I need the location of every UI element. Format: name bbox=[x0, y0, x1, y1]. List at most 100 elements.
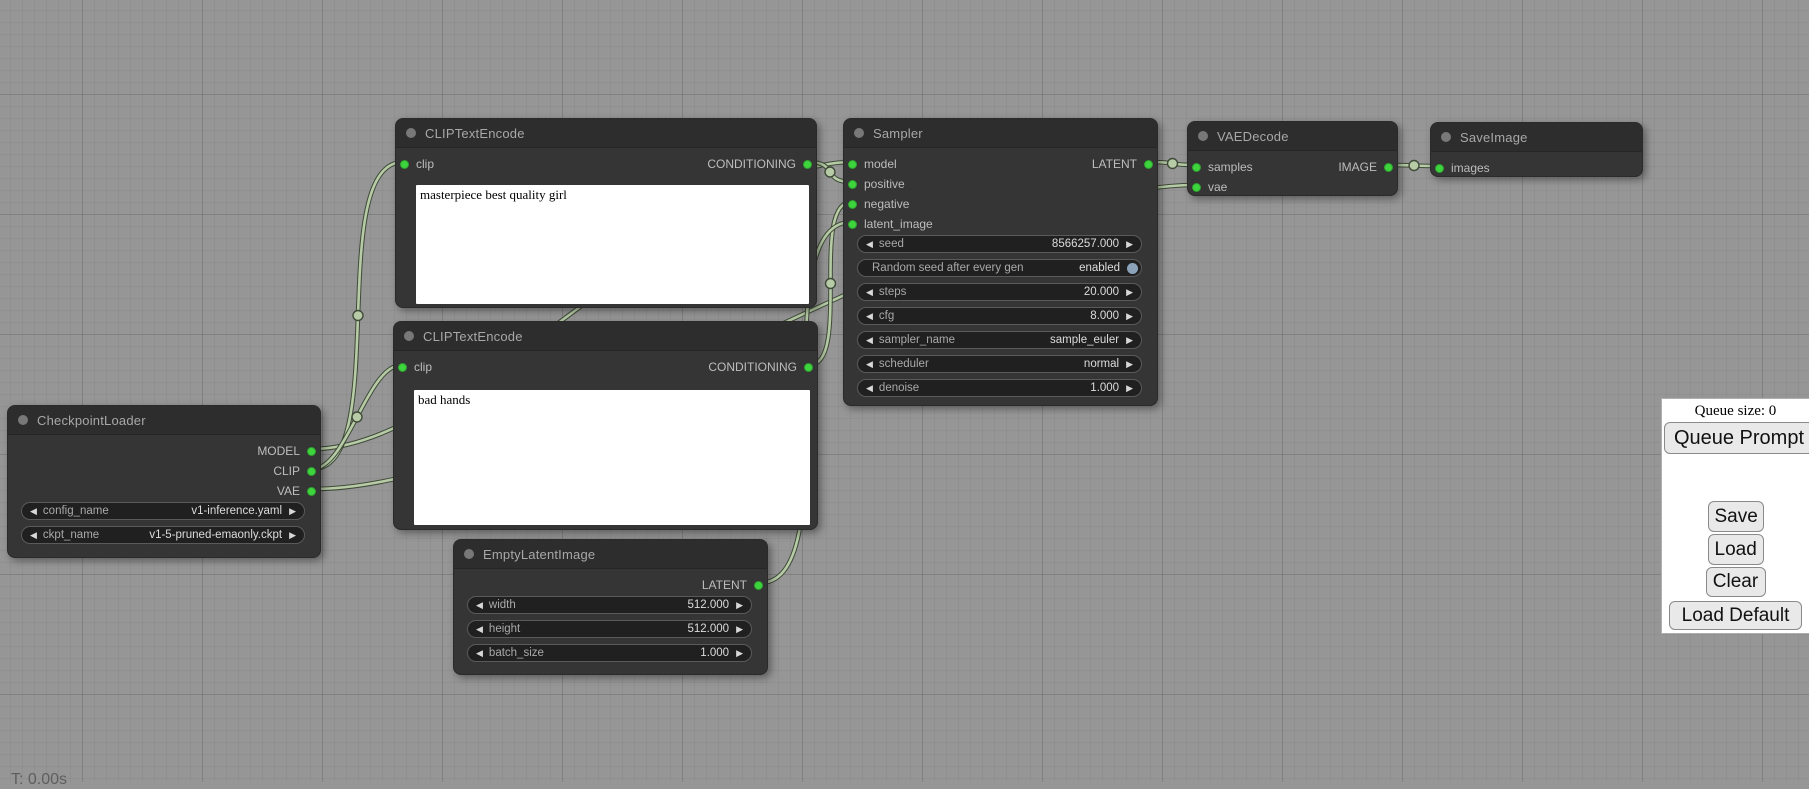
input-slot-dot[interactable] bbox=[400, 160, 409, 169]
output-slot-label: LATENT bbox=[1092, 157, 1137, 171]
widget-random-seed-after-every-gen[interactable]: Random seed after every genenabled bbox=[857, 259, 1142, 277]
slot-row: CLIP bbox=[8, 461, 320, 481]
widget-left-arrow-icon[interactable]: ◀ bbox=[30, 531, 37, 540]
widget-left-arrow-icon[interactable]: ◀ bbox=[866, 336, 873, 345]
widget-seed[interactable]: ◀seed8566257.000▶ bbox=[857, 235, 1142, 253]
widget-left-arrow-icon[interactable]: ◀ bbox=[476, 625, 483, 634]
widget-left-arrow-icon[interactable]: ◀ bbox=[866, 384, 873, 393]
widget-right-arrow-icon[interactable]: ▶ bbox=[1126, 312, 1133, 321]
widget-left-arrow-icon[interactable]: ◀ bbox=[30, 507, 37, 516]
widget-width[interactable]: ◀width512.000▶ bbox=[467, 596, 752, 614]
node-title-bar[interactable]: Sampler bbox=[844, 119, 1157, 148]
widget-right-arrow-icon[interactable]: ▶ bbox=[289, 531, 296, 540]
widget-right-arrow-icon[interactable]: ▶ bbox=[1126, 288, 1133, 297]
node-save-image[interactable]: SaveImageimages bbox=[1430, 122, 1643, 177]
slot-rows: clip CONDITIONING bbox=[396, 148, 816, 174]
widget-right-arrow-icon[interactable]: ▶ bbox=[736, 601, 743, 610]
widget-height[interactable]: ◀height512.000▶ bbox=[467, 620, 752, 638]
output-slot-CONDITIONING: CONDITIONING bbox=[707, 157, 816, 171]
widget-sampler-name[interactable]: ◀sampler_namesample_euler▶ bbox=[857, 331, 1142, 349]
slot-rows: modelLATENT positive negative latent_image bbox=[844, 148, 1157, 234]
node-clip-text-encode-positive[interactable]: CLIPTextEncode clip CONDITIONING masterpiec… bbox=[395, 118, 817, 308]
toggle-indicator-icon[interactable] bbox=[1127, 263, 1138, 274]
widget-denoise[interactable]: ◀denoise1.000▶ bbox=[857, 379, 1142, 397]
prompt-textarea[interactable]: bad hands bbox=[414, 390, 810, 525]
prompt-textarea[interactable]: masterpiece best quality girl bbox=[416, 185, 809, 304]
input-slot-positive: positive bbox=[844, 177, 905, 191]
node-clip-text-encode-negative[interactable]: CLIPTextEncodeclipCONDITIONINGbad hands bbox=[393, 321, 818, 530]
widget-right-arrow-icon[interactable]: ▶ bbox=[1126, 384, 1133, 393]
widget-right-arrow-icon[interactable]: ▶ bbox=[1126, 360, 1133, 369]
side-panel: Queue size: 0 Queue Prompt Save Load Cle… bbox=[1661, 398, 1809, 634]
input-slot-dot[interactable] bbox=[848, 200, 857, 209]
node-title-bar[interactable]: CLIPTextEncode bbox=[394, 322, 817, 351]
slot-row: latent_image bbox=[844, 214, 1157, 234]
node-empty-latent-image[interactable]: EmptyLatentImageLATENT◀width512.000▶◀hei… bbox=[453, 539, 768, 675]
widget-cfg[interactable]: ◀cfg8.000▶ bbox=[857, 307, 1142, 325]
output-slot-dot[interactable] bbox=[307, 487, 316, 496]
collapse-dot-icon[interactable] bbox=[464, 549, 474, 559]
input-slot-dot[interactable] bbox=[848, 180, 857, 189]
output-slot-dot[interactable] bbox=[754, 581, 763, 590]
widget-left-arrow-icon[interactable]: ◀ bbox=[866, 240, 873, 249]
graph-canvas[interactable]: CheckpointLoaderMODELCLIPVAE ◀ config_name… bbox=[0, 0, 1809, 782]
node-sampler[interactable]: Sampler modelLATENT positive negative latent… bbox=[843, 118, 1158, 406]
widget-left-arrow-icon[interactable]: ◀ bbox=[866, 360, 873, 369]
clear-button[interactable]: Clear bbox=[1706, 567, 1766, 597]
input-slot-dot[interactable] bbox=[848, 160, 857, 169]
output-slot-dot[interactable] bbox=[307, 467, 316, 476]
widget-value: 1.000 bbox=[1090, 382, 1119, 394]
widget-ckpt-name[interactable]: ◀ckpt_namev1-5-pruned-emaonly.ckpt▶ bbox=[21, 526, 305, 544]
slot-rows: MODELCLIPVAE bbox=[8, 435, 320, 501]
output-slot-dot[interactable] bbox=[803, 160, 812, 169]
load-button[interactable]: Load bbox=[1708, 534, 1764, 565]
output-slot-dot[interactable] bbox=[307, 447, 316, 456]
widget-label: steps bbox=[879, 286, 907, 298]
output-slot-dot[interactable] bbox=[1144, 160, 1153, 169]
input-slot-dot[interactable] bbox=[1435, 164, 1444, 173]
input-slot-dot[interactable] bbox=[1192, 163, 1201, 172]
collapse-dot-icon[interactable] bbox=[404, 331, 414, 341]
input-slot-label: clip bbox=[416, 157, 434, 171]
output-slot-dot[interactable] bbox=[1384, 163, 1393, 172]
widget-right-arrow-icon[interactable]: ▶ bbox=[736, 625, 743, 634]
input-slot-dot[interactable] bbox=[1192, 183, 1201, 192]
output-slot-dot[interactable] bbox=[804, 363, 813, 372]
node-title-bar[interactable]: CheckpointLoader bbox=[8, 406, 320, 435]
widget-right-arrow-icon[interactable]: ▶ bbox=[289, 507, 296, 516]
widget-left-arrow-icon[interactable]: ◀ bbox=[476, 601, 483, 610]
widget-right-arrow-icon[interactable]: ▶ bbox=[1126, 240, 1133, 249]
collapse-dot-icon[interactable] bbox=[406, 128, 416, 138]
widget-left-arrow-icon[interactable]: ◀ bbox=[866, 312, 873, 321]
save-button[interactable]: Save bbox=[1708, 501, 1764, 532]
collapse-dot-icon[interactable] bbox=[854, 128, 864, 138]
widget-right-arrow-icon[interactable]: ▶ bbox=[736, 649, 743, 658]
slot-row: MODEL bbox=[8, 441, 320, 461]
widget-left-arrow-icon[interactable]: ◀ bbox=[866, 288, 873, 297]
widget-right-arrow-icon[interactable]: ▶ bbox=[1126, 336, 1133, 345]
input-slot-dot[interactable] bbox=[398, 363, 407, 372]
node-vae-decode[interactable]: VAEDecodesamplesIMAGEvae bbox=[1187, 121, 1398, 196]
node-title-bar[interactable]: EmptyLatentImage bbox=[454, 540, 767, 569]
collapse-dot-icon[interactable] bbox=[18, 415, 28, 425]
node-title-bar[interactable]: SaveImage bbox=[1431, 123, 1642, 152]
widget-steps[interactable]: ◀steps20.000▶ bbox=[857, 283, 1142, 301]
queue-prompt-button[interactable]: Queue Prompt bbox=[1664, 422, 1809, 454]
widget-label: config_name bbox=[43, 505, 109, 517]
slot-row: clip CONDITIONING bbox=[396, 154, 816, 174]
input-slot-negative: negative bbox=[844, 197, 909, 211]
collapse-dot-icon[interactable] bbox=[1441, 132, 1451, 142]
widget-scheduler[interactable]: ◀schedulernormal▶ bbox=[857, 355, 1142, 373]
collapse-dot-icon[interactable] bbox=[1198, 131, 1208, 141]
node-checkpoint-loader[interactable]: CheckpointLoaderMODELCLIPVAE ◀ config_name… bbox=[7, 405, 321, 558]
input-slot-dot[interactable] bbox=[848, 220, 857, 229]
widget-config-name[interactable]: ◀ config_name v1-inference.yaml ▶ bbox=[21, 502, 305, 520]
node-title-bar[interactable]: CLIPTextEncode bbox=[396, 119, 816, 148]
widget-left-arrow-icon[interactable]: ◀ bbox=[476, 649, 483, 658]
widget-value: v1-inference.yaml bbox=[191, 505, 282, 517]
load-default-button[interactable]: Load Default bbox=[1669, 601, 1802, 630]
node-title-bar[interactable]: VAEDecode bbox=[1188, 122, 1397, 151]
widget-batch-size[interactable]: ◀batch_size1.000▶ bbox=[467, 644, 752, 662]
slot-row: modelLATENT bbox=[844, 154, 1157, 174]
widget-value: v1-5-pruned-emaonly.ckpt bbox=[149, 529, 282, 541]
